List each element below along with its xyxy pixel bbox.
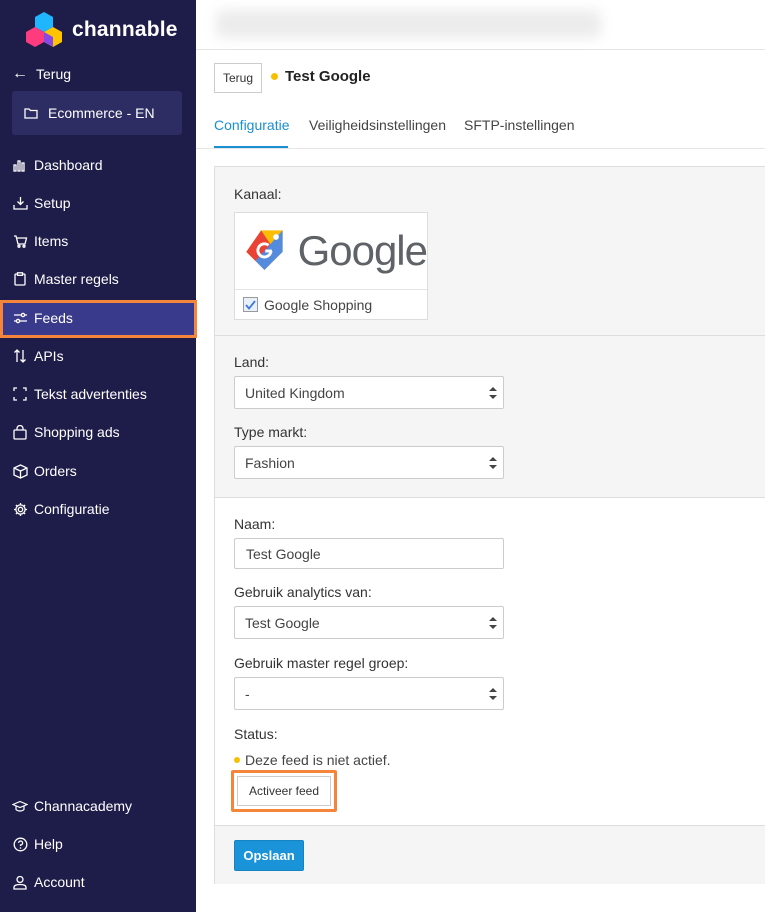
channel-name: Google Shopping [264,296,373,313]
sidebar-item-label: Orders [34,463,77,479]
activate-highlight-frame: Activeer feed [231,770,337,812]
project-selector[interactable]: Ecommerce - EN [12,91,182,135]
market-type-label: Type markt: [234,424,308,440]
select-caret-icon [489,617,497,629]
sidebar-item-label: Account [34,874,85,890]
sidebar-item-master-regels[interactable]: Master regels [0,261,196,297]
sidebar-item-label: Shopping ads [34,424,120,440]
sidebar-item-label: Configuratie [34,501,110,517]
sidebar-item-dashboard[interactable]: Dashboard [0,147,196,183]
name-label: Naam: [234,516,276,532]
analytics-value: Test Google [245,614,320,631]
channel-logo-text: Google [297,227,428,274]
name-input[interactable]: Test Google [234,538,504,569]
folder-icon [24,107,38,119]
actions-section: Opslaan [215,826,765,884]
brand[interactable]: channable [24,10,178,50]
gear-icon [12,501,28,517]
google-shopping-tag-icon [246,230,283,270]
arrows-up-down-icon [12,348,28,364]
master-group-label: Gebruik master regel groep: [234,655,409,671]
analytics-label: Gebruik analytics van: [234,584,372,600]
analytics-select[interactable]: Test Google [234,606,504,639]
sliders-icon [12,310,28,326]
status-message: Deze feed is niet actief. [234,752,391,768]
tab-configuratie[interactable]: Configuratie [214,110,290,148]
channable-logo-icon [24,10,64,50]
sidebar-item-configuratie[interactable]: Configuratie [0,491,196,527]
sidebar: channable ← Terug Ecommerce - EN Dashboa… [0,0,197,912]
select-caret-icon [489,387,497,399]
arrow-left-icon: ← [12,65,28,82]
sidebar-item-account[interactable]: Account [0,864,196,900]
channel-label: Kanaal: [234,186,282,202]
tab-sftp-instellingen[interactable]: SFTP-instellingen [464,110,575,148]
sidebar-item-label: Dashboard [34,157,103,173]
brand-name: channable [72,18,178,41]
tab-divider [196,148,765,149]
master-group-value: - [245,685,250,702]
name-value: Test Google [246,545,321,562]
sidebar-item-shopping-ads[interactable]: Shopping ads [0,414,196,450]
activate-feed-button[interactable]: Activeer feed [237,776,331,806]
sidebar-item-label: Help [34,836,63,852]
sidebar-item-tekst-advertenties[interactable]: Tekst advertenties [0,376,196,412]
sidebar-item-label: Tekst advertenties [34,386,147,402]
market-section: Land: United Kingdom Type markt: Fashion [215,336,765,498]
sidebar-item-label: Setup [34,195,71,211]
sidebar-item-feeds[interactable]: Feeds [0,300,196,336]
status-text: Deze feed is niet actief. [245,752,391,768]
sidebar-item-items[interactable]: Items [0,223,196,259]
country-select[interactable]: United Kingdom [234,376,504,409]
page-title: Test Google [271,68,371,85]
feed-config-panel: Kanaal: Google Google Shopping Land: Uni… [214,166,765,884]
checkbox-checked-icon[interactable] [243,297,258,312]
save-button[interactable]: Opslaan [234,840,304,871]
select-caret-icon [489,688,497,700]
feed-title: Test Google [285,68,371,85]
sidebar-item-label: Feeds [34,310,73,326]
sidebar-item-label: APIs [34,348,64,364]
sidebar-item-label: Items [34,233,69,249]
country-value: United Kingdom [245,384,345,401]
blurred-breadcrumb [216,10,601,38]
status-dot [234,757,240,763]
bracket-frame-icon [12,386,28,402]
box-icon [12,463,28,479]
sidebar-item-label: Master regels [34,271,119,287]
status-label: Status: [234,726,278,742]
sidebar-item-help[interactable]: Help [0,826,196,862]
download-tray-icon [12,195,28,211]
question-circle-icon [12,836,28,852]
details-section: Naam: Test Google Gebruik analytics van:… [215,498,765,826]
project-label: Ecommerce - EN [48,105,155,121]
channel-card[interactable]: Google Google Shopping [234,212,428,320]
sidebar-item-label: Channacademy [34,798,133,814]
sidebar-item-setup[interactable]: Setup [0,185,196,221]
market-type-value: Fashion [245,454,295,471]
back-button[interactable]: Terug [214,63,262,93]
topbar [196,0,765,50]
sidebar-item-orders[interactable]: Orders [0,453,196,489]
shopping-bag-icon [12,424,28,440]
clipboard-icon [12,271,28,287]
graduation-cap-icon [12,798,28,814]
chart-bars-icon [12,157,28,173]
status-dot [271,73,278,80]
back-link[interactable]: ← Terug [12,64,71,84]
select-caret-icon [489,457,497,469]
channel-option[interactable]: Google Shopping [235,289,427,319]
cart-icon [12,233,28,249]
sidebar-item-channacademy[interactable]: Channacademy [0,788,196,824]
tab-veiligheidsinstellingen[interactable]: Veiligheidsinstellingen [309,110,446,148]
market-type-select[interactable]: Fashion [234,446,504,479]
channel-section: Kanaal: Google Google Shopping [215,167,765,336]
master-group-select[interactable]: - [234,677,504,710]
sidebar-item-apis[interactable]: APIs [0,338,196,374]
country-label: Land: [234,354,270,370]
back-label: Terug [36,66,72,82]
user-icon [12,874,28,890]
channel-logo: Google [235,213,428,289]
